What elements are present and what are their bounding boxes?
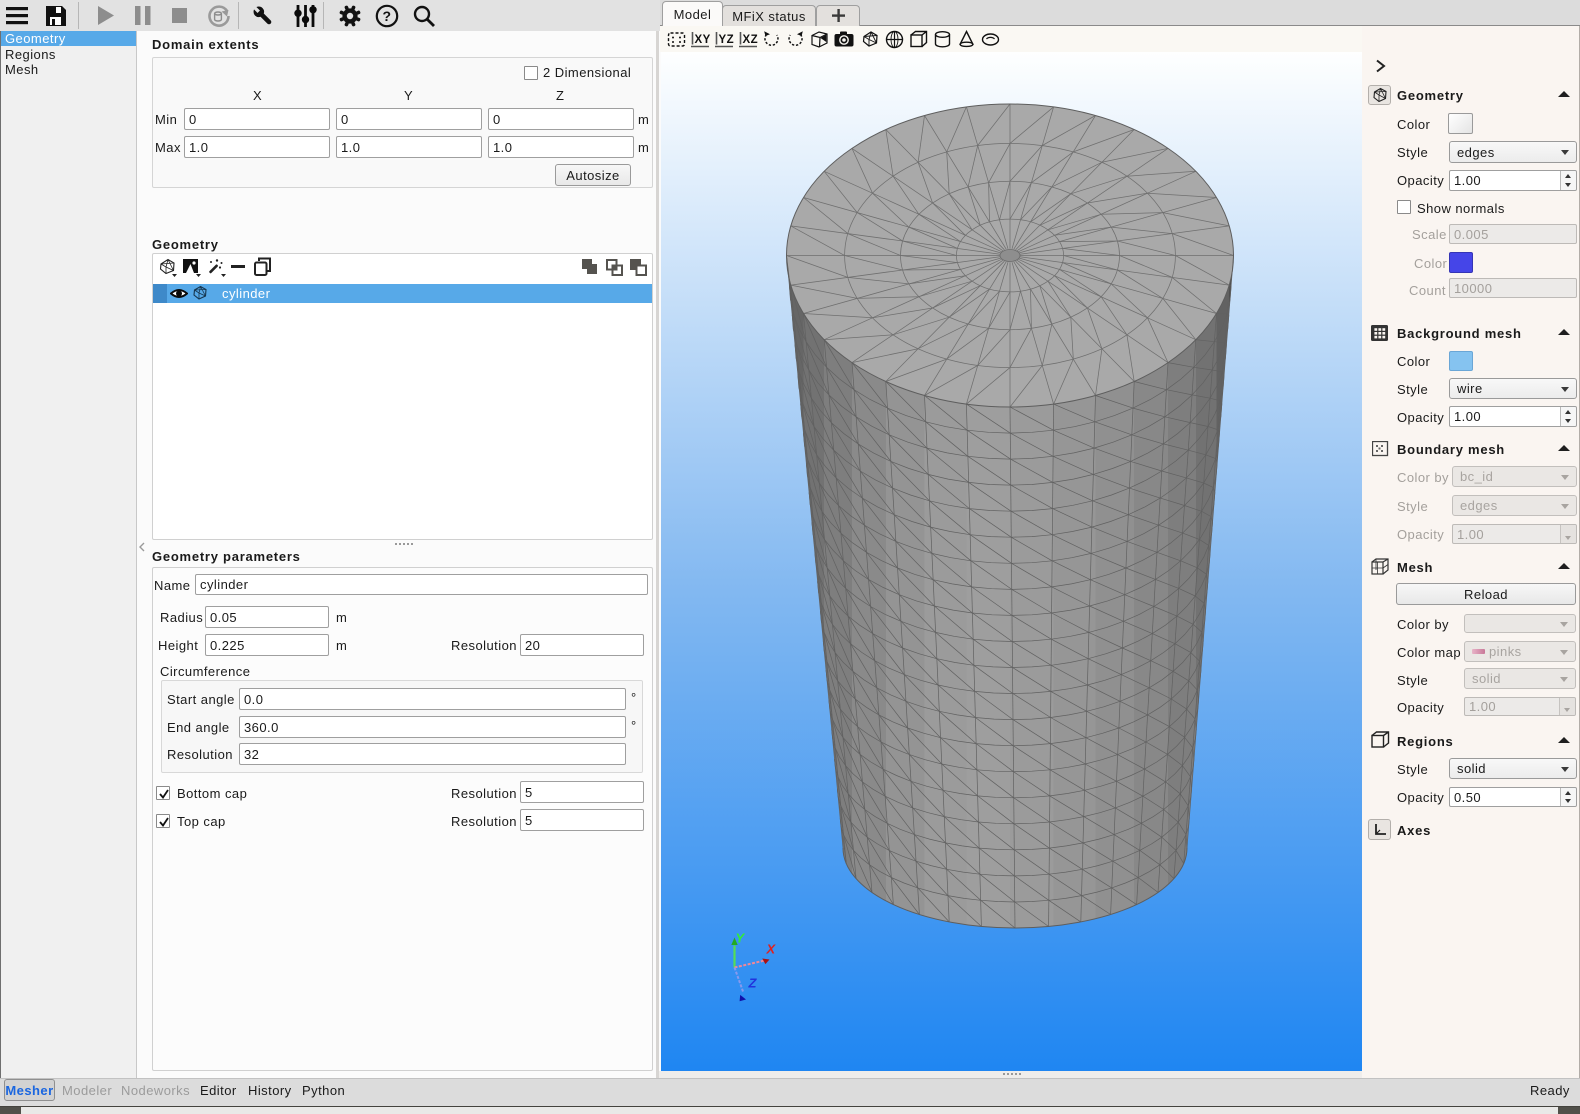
svg-text:Y: Y bbox=[736, 931, 746, 946]
svg-text:?: ? bbox=[382, 8, 391, 24]
svg-text:XY: XY bbox=[695, 34, 711, 46]
svg-text:YZ: YZ bbox=[719, 34, 735, 46]
svg-text:X: X bbox=[766, 942, 777, 957]
svg-text:Z: Z bbox=[748, 976, 758, 991]
svg-text:XZ: XZ bbox=[743, 34, 759, 46]
